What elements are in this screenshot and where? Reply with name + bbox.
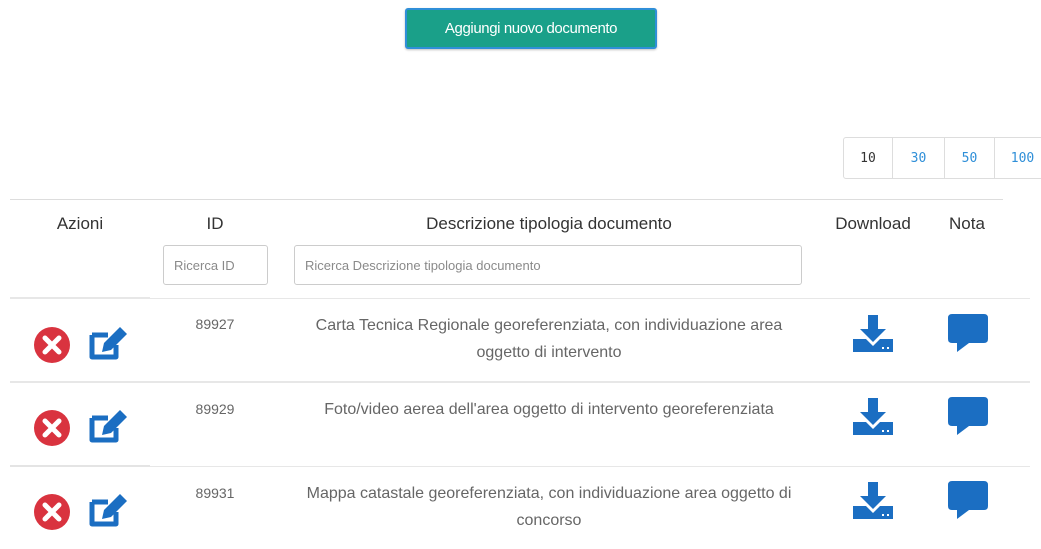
page-size-selector: 10 30 50 100 — [843, 137, 1041, 179]
page-size-10[interactable]: 10 — [844, 138, 892, 178]
page-size-50[interactable]: 50 — [944, 138, 994, 178]
comment-icon[interactable] — [947, 313, 989, 353]
download-icon[interactable] — [852, 396, 894, 436]
row-id: 89929 — [195, 401, 235, 417]
row-id: 89931 — [195, 485, 235, 501]
edit-icon[interactable] — [86, 490, 130, 530]
row-id: 89927 — [195, 316, 235, 332]
delete-circle-icon[interactable] — [33, 493, 71, 531]
table-top-border — [10, 199, 1003, 200]
column-header-note: Nota — [949, 214, 985, 233]
edit-icon[interactable] — [86, 406, 130, 446]
comment-icon[interactable] — [947, 396, 989, 436]
download-icon[interactable] — [852, 480, 894, 520]
row-divider — [10, 297, 150, 299]
row-description: Carta Tecnica Regionale georeferenziata,… — [315, 317, 783, 361]
row-divider — [150, 298, 1030, 299]
comment-icon[interactable] — [947, 480, 989, 520]
description-search-input[interactable] — [294, 245, 802, 285]
row-description: Foto/video aerea dell'area oggetto di in… — [324, 401, 774, 418]
column-header-description: Descrizione tipologia documento — [426, 214, 672, 233]
column-header-download: Download — [835, 214, 911, 233]
page-size-30[interactable]: 30 — [892, 138, 944, 178]
delete-circle-icon[interactable] — [33, 326, 71, 364]
row-divider — [10, 381, 1030, 383]
page-size-100[interactable]: 100 — [994, 138, 1041, 178]
row-description: Mappa catastale georeferenziata, con ind… — [306, 485, 792, 529]
row-divider — [150, 466, 1030, 467]
column-header-actions: Azioni — [56, 214, 104, 233]
delete-circle-icon[interactable] — [33, 409, 71, 447]
add-document-button[interactable]: Aggiungi nuovo documento — [405, 8, 657, 49]
edit-icon[interactable] — [86, 323, 130, 363]
column-header-id: ID — [206, 214, 224, 233]
row-divider — [10, 465, 150, 467]
id-search-input[interactable] — [163, 245, 268, 285]
download-icon[interactable] — [852, 313, 894, 353]
